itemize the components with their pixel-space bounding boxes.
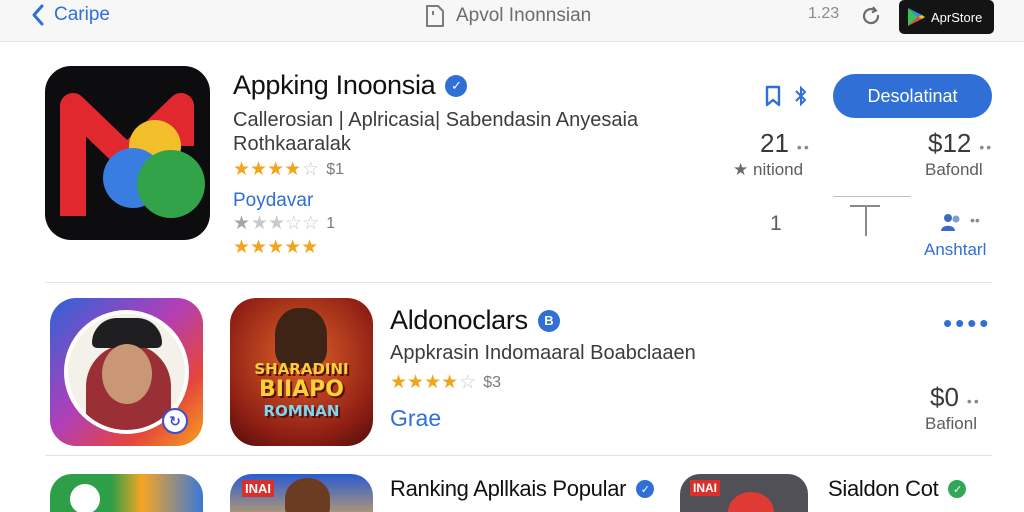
stat-left-value: 21 •• xyxy=(760,128,811,158)
chevron-left-icon xyxy=(32,4,44,26)
verified-icon: ✓ xyxy=(948,480,967,498)
back-label: Caripe xyxy=(54,4,110,25)
app-title-1[interactable]: Appking Inoonsia ✓ xyxy=(233,70,468,101)
app-icon-appking[interactable] xyxy=(45,66,210,240)
partial-character xyxy=(285,478,330,512)
app-subtitle-1: Callerosian | Aplricasia| Sabendasin Any… xyxy=(233,108,638,156)
subtitle-line-2: Rothkaaralak xyxy=(233,133,351,155)
m-logo-icon xyxy=(60,93,205,218)
back-button[interactable]: Caripe xyxy=(30,3,110,27)
verified-icon: ✓ xyxy=(636,480,655,498)
app-title-2[interactable]: Aldonoclars B xyxy=(390,305,560,336)
app-subtitle-2: Appkrasin Indomaaral Boabclaaen xyxy=(390,342,696,364)
publisher-link[interactable]: Poydavar xyxy=(233,190,313,212)
stat-left-number: 21 xyxy=(760,128,789,158)
share-dots: •• xyxy=(970,212,980,228)
store-logo-icon xyxy=(908,8,925,26)
refresh-badge-icon: ↻ xyxy=(162,408,188,434)
more-options-icon[interactable]: •••• xyxy=(943,310,991,336)
app-store-badge[interactable]: AprStore xyxy=(899,0,994,34)
game-logo-line-3: ROMNAN xyxy=(263,402,340,420)
price-number: $0 xyxy=(930,382,959,412)
partial-badge-icon: INAI xyxy=(690,480,720,496)
app-title-text: Aldonoclars xyxy=(390,305,528,335)
reload-icon[interactable] xyxy=(860,5,882,27)
address-text: Apvol Inonnsian xyxy=(456,5,592,26)
price-caption: Bafionl xyxy=(925,414,977,433)
share-people-icon[interactable] xyxy=(940,212,964,232)
price-value: $0 •• xyxy=(930,382,981,412)
tab-count[interactable]: 1.23 xyxy=(808,5,839,23)
address-field[interactable]: Apvol Inonnsian xyxy=(424,3,591,29)
rating-stars-1: ★★★★ ☆ $1 xyxy=(233,159,344,180)
stat-right-number: $12 xyxy=(928,128,972,158)
rating-stars-2: ★★★★ ☆ $3 xyxy=(390,372,501,393)
stat-right-caption: Bafondl xyxy=(925,160,983,179)
bluetooth-icon[interactable] xyxy=(793,86,809,106)
app-icon-portrait[interactable]: ↻ xyxy=(50,298,203,446)
game-logo-line-2: BIIAPO xyxy=(259,377,344,402)
partial-badge-text: INAI xyxy=(242,480,274,497)
row-divider-1 xyxy=(45,282,992,283)
rating-count: $1 xyxy=(326,160,344,178)
rating-stars-full: ★★★★★ xyxy=(233,237,319,258)
partial-icon-mark xyxy=(70,484,100,512)
app-icon-partial-3[interactable]: INAI xyxy=(680,474,808,512)
stat-bar-stem xyxy=(865,206,867,236)
app-icon-game[interactable]: SHARADINI BIIAPO ROMNAN xyxy=(230,298,373,446)
top-bar: Caripe Apvol Inonnsian 1.23 AprStore xyxy=(0,0,1024,42)
game-character xyxy=(275,308,327,368)
game-logo-line-1: SHARADINI xyxy=(254,360,349,378)
stat-left-caption: ★ nitiond xyxy=(733,160,804,179)
app-title-3[interactable]: Ranking Apllkais Popular ✓ xyxy=(390,476,655,502)
row-divider-2 xyxy=(45,455,992,456)
document-icon xyxy=(426,5,444,27)
stat-right-value: $12 •• xyxy=(928,128,994,158)
app-title-text: Ranking Apllkais Popular xyxy=(390,476,627,501)
game-logo-text: SHARADINI BIIAPO ROMNAN xyxy=(230,360,373,420)
category-link[interactable]: Grae xyxy=(390,405,441,432)
app-icon-partial-2[interactable]: INAI xyxy=(230,474,373,512)
share-caption[interactable]: Anshtarl xyxy=(924,240,986,260)
verified-icon: ✓ xyxy=(445,74,468,97)
bookmark-icon[interactable] xyxy=(763,84,785,108)
rating-stars-gray: ★ ★★☆☆ 1 xyxy=(233,213,336,234)
app-title-text: Appking Inoonsia xyxy=(233,70,436,100)
store-badge-label: AprStore xyxy=(931,9,983,25)
app-title-4[interactable]: Sialdon Cot ✓ xyxy=(828,476,967,502)
app-icon-partial-1[interactable] xyxy=(50,474,203,512)
download-button[interactable]: Desolatinat xyxy=(833,74,992,118)
subtitle-line-1: Callerosian | Aplricasia| Sabendasin Any… xyxy=(233,109,639,131)
partial-red-blob xyxy=(728,492,774,512)
app-title-text: Sialdon Cot xyxy=(828,476,939,501)
verified-icon: B xyxy=(537,309,560,332)
stat-left-caption-text: nitiond xyxy=(752,160,804,179)
stat-divider xyxy=(833,196,911,197)
rating-count: $3 xyxy=(483,373,501,391)
stat-mid-value: 1 xyxy=(770,212,782,235)
